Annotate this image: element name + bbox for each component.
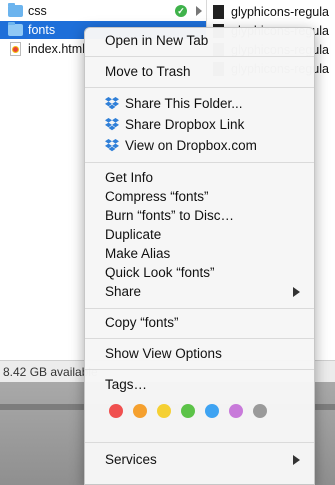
menu-item-label: Burn “fonts” to Disc… bbox=[105, 208, 235, 223]
dropbox-icon bbox=[105, 139, 119, 152]
menu-item-share-folder[interactable]: Share This Folder... bbox=[85, 94, 314, 113]
disclosure-arrow-icon bbox=[196, 6, 202, 16]
file-name: index.html bbox=[28, 42, 85, 56]
menu-separator bbox=[85, 162, 314, 163]
menu-separator bbox=[85, 87, 314, 88]
tag-green-icon[interactable] bbox=[181, 404, 195, 418]
menu-item-copy[interactable]: Copy “fonts” bbox=[85, 313, 314, 332]
dropbox-icon bbox=[105, 118, 119, 131]
menu-item-label: Services bbox=[105, 452, 157, 467]
menu-separator bbox=[85, 369, 314, 370]
menu-item-make-alias[interactable]: Make Alias bbox=[85, 244, 314, 263]
menu-item-label: Move to Trash bbox=[105, 64, 191, 79]
font-file-icon bbox=[213, 5, 224, 19]
menu-item-label: Copy “fonts” bbox=[105, 315, 179, 330]
file-name: fonts bbox=[28, 23, 56, 37]
menu-item-tags[interactable]: Tags… bbox=[85, 375, 314, 394]
tag-blue-icon[interactable] bbox=[205, 404, 219, 418]
menu-separator bbox=[85, 308, 314, 309]
menu-item-label: Share Dropbox Link bbox=[125, 117, 245, 132]
tag-yellow-icon[interactable] bbox=[157, 404, 171, 418]
file-name: css bbox=[28, 4, 47, 18]
menu-item-label: Open in New Tab bbox=[105, 33, 209, 48]
menu-item-get-info[interactable]: Get Info bbox=[85, 168, 314, 187]
menu-separator bbox=[85, 442, 314, 443]
submenu-arrow-icon bbox=[293, 287, 300, 297]
synced-checkmark-icon: ✓ bbox=[175, 5, 187, 17]
menu-item-view-on-dropbox[interactable]: View on Dropbox.com bbox=[85, 136, 314, 155]
menu-item-quick-look[interactable]: Quick Look “fonts” bbox=[85, 263, 314, 282]
menu-item-share-dropbox-link[interactable]: Share Dropbox Link bbox=[85, 115, 314, 134]
menu-item-compress[interactable]: Compress “fonts” bbox=[85, 187, 314, 206]
menu-item-open-new-tab[interactable]: Open in New Tab bbox=[85, 31, 314, 50]
menu-item-share[interactable]: Share bbox=[85, 282, 314, 301]
folder-icon bbox=[8, 22, 23, 36]
dropbox-icon bbox=[105, 97, 119, 110]
menu-item-label: View on Dropbox.com bbox=[125, 138, 257, 153]
menu-item-move-to-trash[interactable]: Move to Trash bbox=[85, 62, 314, 81]
menu-item-burn-to-disc[interactable]: Burn “fonts” to Disc… bbox=[85, 206, 314, 225]
menu-item-label: Show View Options bbox=[105, 346, 222, 361]
menu-item-label: Compress “fonts” bbox=[105, 189, 209, 204]
tag-purple-icon[interactable] bbox=[229, 404, 243, 418]
menu-item-label: Share bbox=[105, 284, 142, 299]
tag-gray-icon[interactable] bbox=[253, 404, 267, 418]
menu-item-duplicate[interactable]: Duplicate bbox=[85, 225, 314, 244]
file-name: glyphicons-regula bbox=[231, 5, 329, 19]
context-menu: Open in New Tab Move to Trash Share This… bbox=[84, 27, 315, 485]
menu-separator bbox=[85, 338, 314, 339]
file-row[interactable]: glyphicons-regula bbox=[207, 3, 335, 21]
menu-item-label: Duplicate bbox=[105, 227, 162, 242]
menu-separator bbox=[85, 56, 314, 57]
submenu-arrow-icon bbox=[293, 455, 300, 465]
file-row-css[interactable]: css ✓ bbox=[0, 2, 206, 20]
menu-item-label: Get Info bbox=[105, 170, 154, 185]
menu-item-label: Quick Look “fonts” bbox=[105, 265, 215, 280]
folder-icon bbox=[8, 3, 23, 17]
menu-item-label: Make Alias bbox=[105, 246, 171, 261]
tag-red-icon[interactable] bbox=[109, 404, 123, 418]
menu-item-services[interactable]: Services bbox=[85, 450, 314, 469]
menu-item-show-view-options[interactable]: Show View Options bbox=[85, 344, 314, 363]
tag-orange-icon[interactable] bbox=[133, 404, 147, 418]
tag-color-row bbox=[109, 404, 299, 420]
html-file-icon bbox=[10, 42, 21, 56]
menu-item-label: Tags… bbox=[105, 377, 148, 392]
menu-item-label: Share This Folder... bbox=[125, 96, 243, 111]
